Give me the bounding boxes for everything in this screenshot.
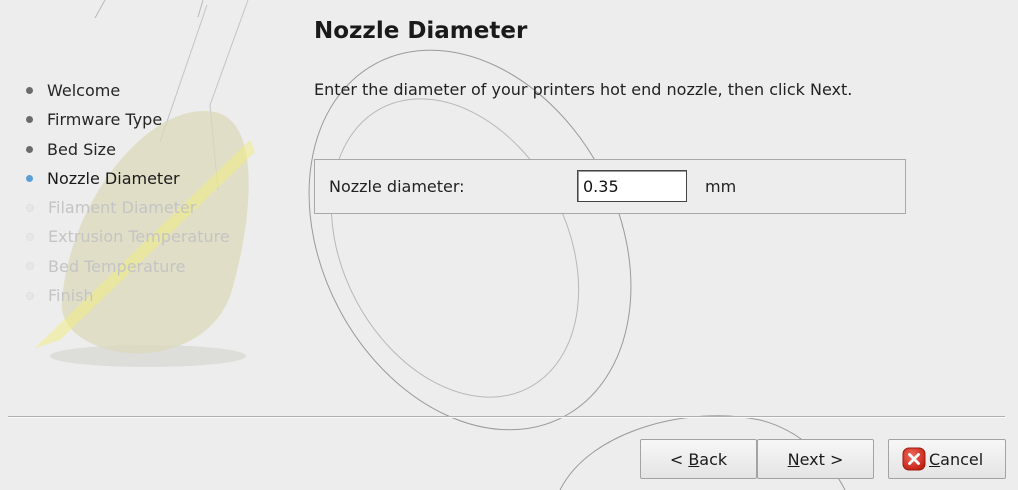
cancel-button[interactable]: Cancel — [888, 439, 1006, 479]
step-pending-bullet-icon — [26, 203, 34, 212]
step-pending-bullet-icon — [26, 291, 34, 300]
button-separator — [8, 416, 1005, 418]
wizard-window: Welcome Firmware Type Bed Size Nozzle Di… — [0, 0, 1018, 490]
step-firmware-type: Firmware Type — [26, 105, 230, 134]
step-done-bullet-icon — [26, 145, 33, 153]
step-label: Extrusion Temperature — [48, 227, 230, 247]
wizard-steps-list: Welcome Firmware Type Bed Size Nozzle Di… — [26, 76, 230, 310]
nozzle-diameter-label: Nozzle diameter: — [329, 177, 465, 196]
step-nozzle-diameter: Nozzle Diameter — [26, 164, 230, 193]
nozzle-diameter-group: Nozzle diameter: mm — [314, 159, 906, 214]
step-label: Filament Diameter — [48, 198, 197, 218]
page-title: Nozzle Diameter — [314, 18, 528, 44]
step-label: Bed Size — [47, 139, 116, 159]
step-finish: Finish — [26, 281, 230, 310]
step-done-bullet-icon — [26, 87, 33, 95]
step-label: Firmware Type — [47, 110, 163, 130]
back-button-mnemonic: B — [688, 449, 700, 469]
step-label: Finish — [48, 286, 94, 306]
step-label: Welcome — [47, 81, 121, 100]
back-button-rest: ack — [699, 449, 728, 469]
back-button-prefix: < — [669, 449, 689, 469]
cancel-button-mnemonic: C — [929, 449, 941, 469]
step-label: Bed Temperature — [48, 256, 186, 276]
next-button[interactable]: Next > — [757, 439, 874, 479]
next-button-mnemonic: N — [787, 449, 800, 469]
step-extrusion-temperature: Extrusion Temperature — [26, 222, 230, 251]
step-filament-diameter: Filament Diameter — [26, 193, 230, 222]
step-done-bullet-icon — [26, 116, 33, 124]
step-pending-bullet-icon — [26, 262, 34, 271]
step-current-bullet-icon — [26, 175, 33, 183]
nozzle-diameter-unit: mm — [705, 177, 737, 196]
nozzle-diameter-input[interactable] — [577, 170, 687, 202]
page-description: Enter the diameter of your printers hot … — [314, 80, 853, 99]
step-pending-bullet-icon — [26, 233, 34, 242]
step-bed-temperature: Bed Temperature — [26, 252, 230, 281]
cancel-button-rest: ancel — [940, 449, 984, 469]
step-bed-size: Bed Size — [26, 135, 230, 164]
next-button-rest: ext > — [799, 449, 844, 469]
back-button[interactable]: < Back — [640, 439, 757, 479]
cancel-icon — [902, 447, 926, 471]
step-welcome: Welcome — [26, 76, 230, 105]
step-label: Nozzle Diameter — [47, 168, 180, 188]
